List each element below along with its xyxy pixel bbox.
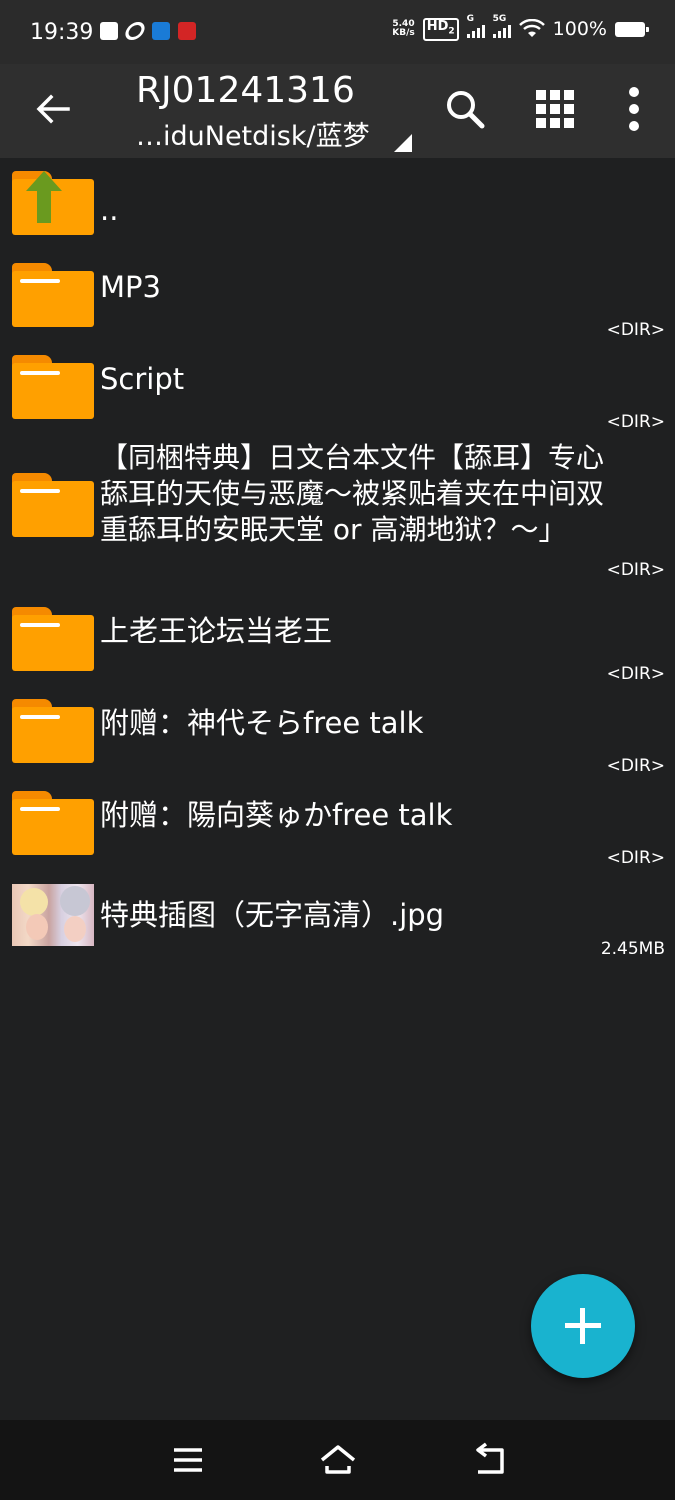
file-meta: <DIR> (606, 664, 665, 684)
file-name: Script (100, 362, 185, 396)
file-name: 附赠：陽向葵ゅかfree talk (100, 798, 453, 832)
file-meta: <DIR> (606, 412, 665, 432)
signal-icon: G (466, 14, 485, 39)
home-icon[interactable] (318, 1442, 358, 1478)
hd-voice-icon: HD2 (422, 18, 459, 41)
network-speed: 5.40 KB/s (392, 19, 415, 39)
add-button[interactable] (531, 1274, 635, 1378)
file-name: MP3 (100, 270, 161, 304)
system-nav-bar (0, 1420, 675, 1500)
search-icon[interactable] (440, 82, 490, 136)
file-meta: <DIR> (606, 320, 665, 340)
file-meta: <DIR> (606, 848, 665, 868)
file-name: 【同梱特典】日文台本文件【舔耳】专心舔耳的天使与恶魔～被紧贴着夹在中间双重舔耳的… (100, 441, 605, 546)
image-thumbnail (12, 884, 94, 946)
back-icon[interactable] (470, 1442, 510, 1478)
list-item[interactable]: 附赠：陽向葵ゅかfree talk <DIR> (0, 778, 675, 870)
grid-view-icon[interactable] (530, 82, 580, 136)
more-options-icon[interactable] (610, 82, 660, 136)
folder-icon (12, 473, 94, 537)
notification-icons (100, 22, 196, 40)
app-notification-icon (178, 22, 196, 40)
list-item[interactable]: 附赠：神代そらfree talk <DIR> (0, 686, 675, 778)
folder-icon (12, 355, 94, 419)
wifi-icon (518, 19, 545, 38)
folder-icon (12, 699, 94, 763)
clipboard-check-icon (100, 22, 118, 40)
file-list: .. MP3 <DIR> Script <DIR> 【同梱特典】日文台本文件【舔… (0, 158, 675, 962)
file-name: 附赠：神代そらfree talk (100, 706, 424, 740)
app-notification-icon (152, 22, 170, 40)
app-toolbar: RJ01241316 …iduNetdisk/蓝梦 (0, 64, 675, 158)
file-size: 2.45MB (600, 939, 665, 959)
folder-title: RJ01241316 (136, 70, 355, 111)
file-meta: <DIR> (606, 560, 665, 580)
list-item[interactable]: 上老王论坛当老王 <DIR> (0, 594, 675, 686)
file-meta: <DIR> (606, 756, 665, 776)
status-time: 19:39 (30, 20, 94, 45)
back-arrow-icon[interactable] (30, 86, 76, 132)
file-name: 特典插图（无字高清）.jpg (100, 898, 445, 932)
signal-5g-icon: 5G (492, 14, 511, 39)
folder-icon (12, 791, 94, 855)
list-item[interactable]: MP3 <DIR> (0, 250, 675, 342)
folder-path[interactable]: …iduNetdisk/蓝梦 (136, 114, 370, 153)
status-bar: 19:39 5.40 KB/s HD2 G 5G 100% (0, 0, 675, 64)
list-item[interactable]: 【同梱特典】日文台本文件【舔耳】专心舔耳的天使与恶魔～被紧贴着夹在中间双重舔耳的… (0, 434, 675, 594)
list-item[interactable]: 特典插图（无字高清）.jpg 2.45MB (0, 870, 675, 962)
list-item[interactable]: Script <DIR> (0, 342, 675, 434)
recent-apps-icon[interactable] (168, 1442, 208, 1478)
battery-icon (615, 21, 649, 37)
folder-icon (12, 607, 94, 671)
folder-icon (12, 263, 94, 327)
file-name: .. (100, 193, 119, 227)
path-dropdown-icon[interactable] (394, 134, 412, 152)
status-right: 5.40 KB/s HD2 G 5G 100% (392, 14, 649, 41)
battery-percent: 100% (552, 18, 607, 41)
file-name: 上老王论坛当老王 (100, 614, 333, 648)
list-item-parent[interactable]: .. (0, 158, 675, 250)
parent-folder-icon (12, 171, 94, 235)
link-icon (122, 22, 148, 40)
